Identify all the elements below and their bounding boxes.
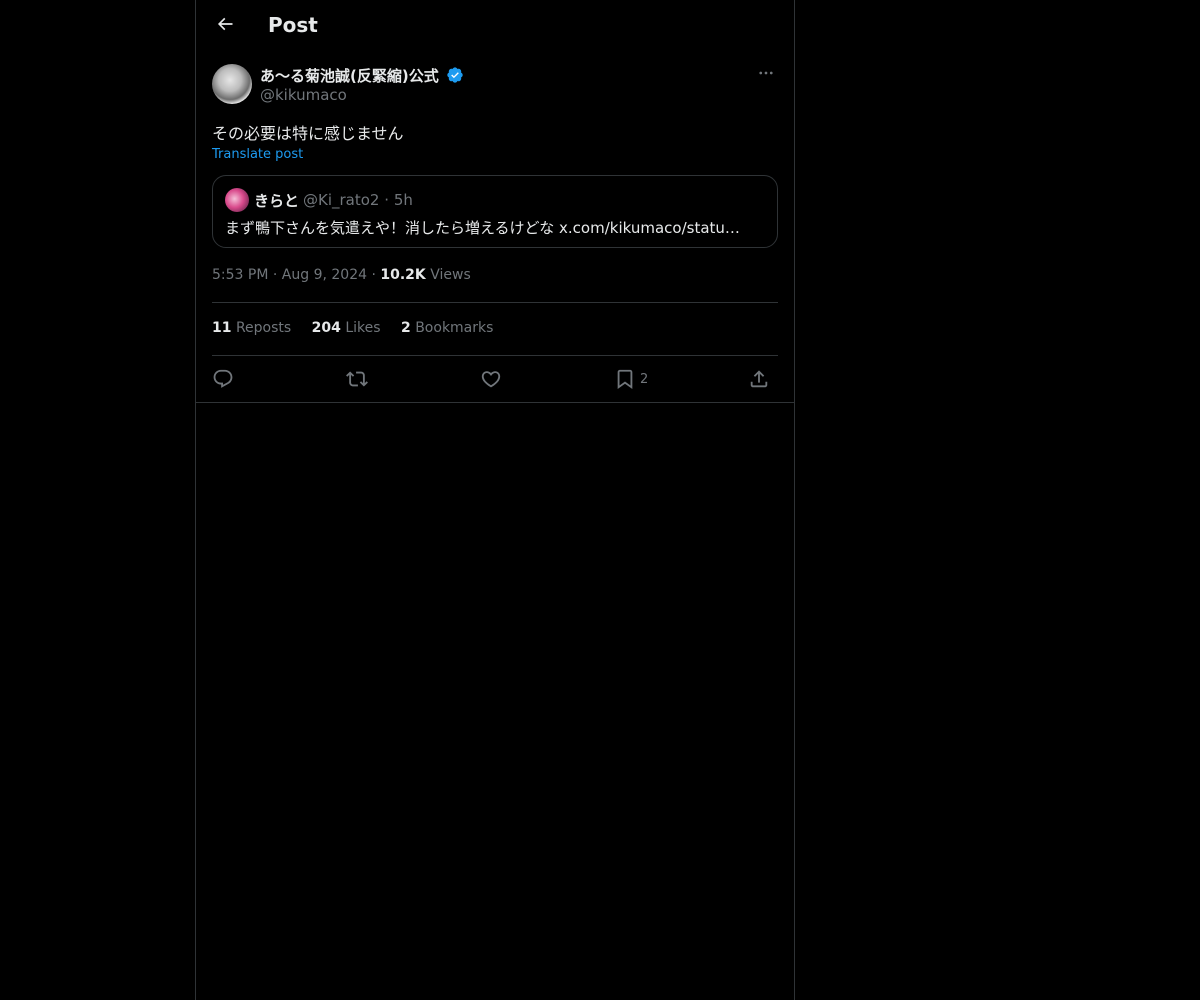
bookmarks-stat[interactable]: 2 Bookmarks xyxy=(401,320,493,336)
post-stats: 11 Reposts 204 Likes 2 Bookmarks xyxy=(212,320,509,336)
bookmarks-count: 2 xyxy=(401,320,411,336)
post-detail-column: Post あ〜る菊池誠(反緊縮)公式 @kikumaco その必要は特に感じませ… xyxy=(195,0,795,1000)
bookmark-action-count: 2 xyxy=(640,371,649,387)
quote-meta: @Ki_rato2 · 5h xyxy=(303,191,413,209)
page-title: Post xyxy=(268,13,318,37)
share-icon xyxy=(748,368,770,390)
repost-button[interactable] xyxy=(346,366,368,392)
author-handle[interactable]: @kikumaco xyxy=(260,86,347,104)
arrow-left-icon xyxy=(215,14,235,38)
share-button[interactable] xyxy=(748,366,770,392)
author-display-name[interactable]: あ〜る菊池誠(反緊縮)公式 xyxy=(260,65,464,88)
reposts-label: Reposts xyxy=(235,320,292,336)
post-author: あ〜る菊池誠(反緊縮)公式 @kikumaco xyxy=(212,64,778,106)
more-options-button[interactable] xyxy=(754,64,778,86)
likes-count: 204 xyxy=(311,320,341,336)
quote-separator: · xyxy=(384,191,390,209)
reposts-stat[interactable]: 11 Reposts xyxy=(212,320,296,336)
reply-button[interactable] xyxy=(212,366,234,392)
post-date[interactable]: Aug 9, 2024 xyxy=(282,267,367,283)
post-body-text: その必要は特に感じません xyxy=(212,124,404,143)
quoted-post[interactable]: きらと @Ki_rato2 · 5h まず鴨下さんを気遣えや！消したら増えるけど… xyxy=(212,175,778,248)
repost-icon xyxy=(346,368,368,390)
divider xyxy=(212,302,778,303)
post-meta: 5:53 PM · Aug 9, 2024 · 10.2K Views xyxy=(212,267,471,283)
meta-separator: · xyxy=(371,267,376,283)
post-actions: 2 xyxy=(212,366,778,394)
quote-body-text: まず鴨下さんを気遣えや！消したら増えるけどな x.com/kikumaco/st… xyxy=(225,219,740,237)
quote-author-avatar xyxy=(225,188,249,212)
views-count: 10.2K xyxy=(380,267,426,283)
quote-author-name: きらと xyxy=(254,192,300,210)
translate-post-link[interactable]: Translate post xyxy=(212,147,303,162)
author-name-text: あ〜る菊池誠(反緊縮)公式 xyxy=(260,67,439,85)
views-label: Views xyxy=(430,267,471,283)
post-header: Post xyxy=(196,0,794,53)
divider xyxy=(196,402,794,403)
likes-stat[interactable]: 204 Likes xyxy=(312,320,385,336)
bookmarks-label: Bookmarks xyxy=(415,320,494,336)
reply-icon xyxy=(212,368,234,390)
like-button[interactable] xyxy=(480,366,502,392)
verified-badge-icon xyxy=(446,66,464,88)
back-button[interactable] xyxy=(208,9,242,43)
bookmark-icon xyxy=(614,368,636,390)
reposts-count: 11 xyxy=(212,320,232,336)
likes-label: Likes xyxy=(345,320,381,336)
quote-time: 5h xyxy=(393,191,413,209)
bookmark-button[interactable]: 2 xyxy=(614,366,648,392)
more-horizontal-icon xyxy=(757,64,775,86)
meta-separator: · xyxy=(272,267,278,283)
heart-icon xyxy=(480,368,502,390)
divider xyxy=(212,355,778,356)
quote-author-handle: @Ki_rato2 xyxy=(303,191,380,209)
author-avatar[interactable] xyxy=(212,64,252,104)
post-time[interactable]: 5:53 PM xyxy=(212,267,268,283)
